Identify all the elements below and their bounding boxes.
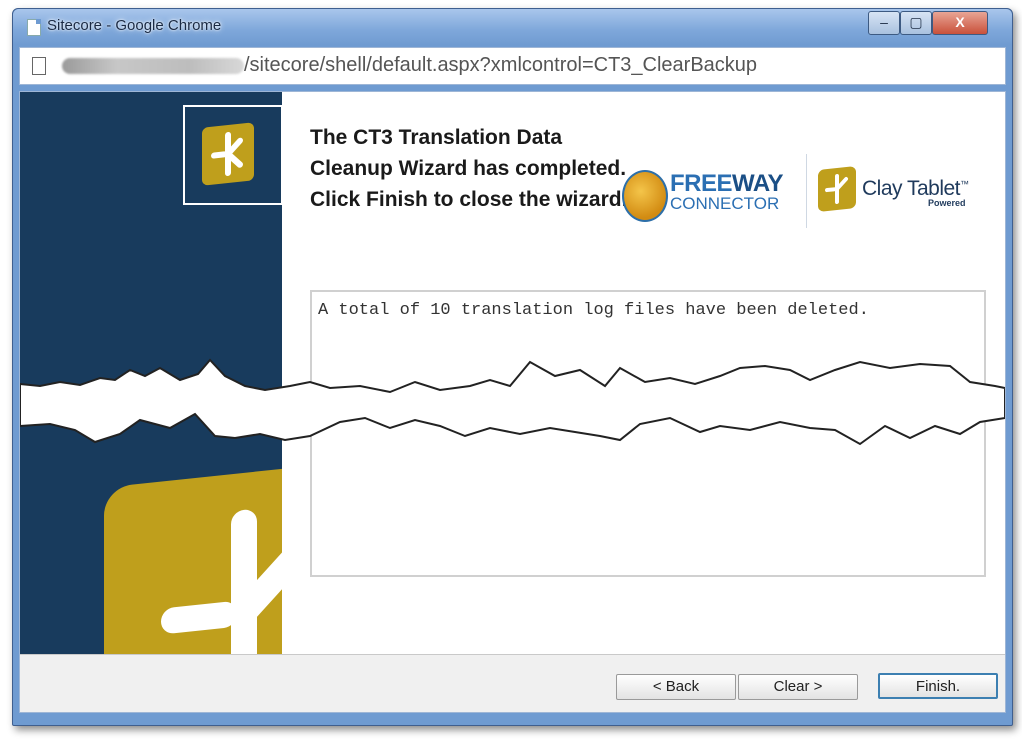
wizard-footer: < Back Clear > Finish. bbox=[20, 654, 1005, 712]
wizard-main: The CT3 Translation Data Cleanup Wizard … bbox=[282, 92, 1005, 654]
freeway-subtitle: CONNECTOR bbox=[670, 194, 780, 213]
arrow-glyph-icon bbox=[211, 131, 243, 177]
clay-arrow-icon bbox=[825, 173, 848, 205]
clay-powered-label: Powered bbox=[928, 198, 966, 208]
maximize-button[interactable]: ▢ bbox=[900, 11, 932, 35]
clear-button[interactable]: Clear > bbox=[738, 674, 858, 700]
sidebar-logo-frame bbox=[183, 105, 282, 205]
freeway-badge-icon bbox=[622, 170, 668, 222]
brand-divider bbox=[806, 154, 807, 228]
url-path[interactable]: /sitecore/shell/default.aspx?xmlcontrol=… bbox=[244, 54, 757, 77]
freeway-connector-logo: FREEWAY CONNECTOR bbox=[622, 170, 802, 240]
back-button[interactable]: < Back bbox=[616, 674, 736, 700]
sidebar-large-logo-icon bbox=[104, 464, 282, 654]
window-title: Sitecore - Google Chrome bbox=[47, 17, 222, 34]
minimize-button[interactable]: – bbox=[868, 11, 900, 35]
document-icon bbox=[32, 57, 46, 75]
browser-window: Sitecore - Google Chrome – ▢ X /sitecore… bbox=[12, 8, 1013, 726]
redacted-host bbox=[62, 58, 244, 74]
address-bar[interactable]: /sitecore/shell/default.aspx?xmlcontrol=… bbox=[19, 47, 1006, 85]
clay-tablet-logo-icon bbox=[202, 122, 254, 186]
close-button[interactable]: X bbox=[932, 11, 988, 35]
clay-tablet-shield-icon bbox=[818, 166, 856, 212]
wizard-dialog: The CT3 Translation Data Cleanup Wizard … bbox=[19, 91, 1006, 713]
clay-tablet-logo: Clay Tablet™ Powered bbox=[818, 166, 978, 222]
title-bar[interactable]: Sitecore - Google Chrome – ▢ X bbox=[13, 9, 1012, 45]
page-icon bbox=[27, 19, 41, 36]
log-output-textarea[interactable]: A total of 10 translation log files have… bbox=[310, 290, 986, 577]
large-arrow-glyph-icon bbox=[161, 509, 282, 654]
wizard-sidebar bbox=[20, 92, 282, 654]
wizard-heading: The CT3 Translation Data Cleanup Wizard … bbox=[310, 126, 628, 211]
finish-button[interactable]: Finish. bbox=[878, 673, 998, 699]
